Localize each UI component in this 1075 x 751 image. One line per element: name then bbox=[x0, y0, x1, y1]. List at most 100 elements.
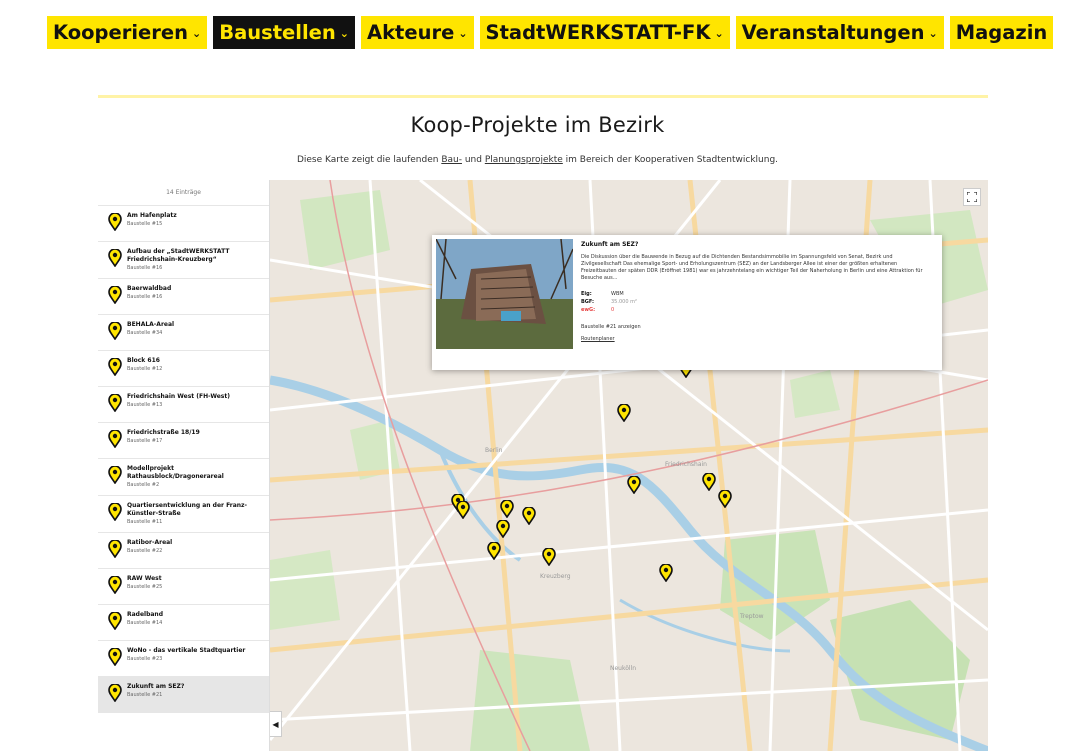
map-pin-icon bbox=[108, 465, 122, 488]
intro-part: im Bereich der Kooperativen Stadtentwick… bbox=[562, 155, 779, 165]
kv-value: 0 bbox=[611, 307, 615, 313]
list-item[interactable]: Aufbau der „StadtWERKSTATT Friedrichshai… bbox=[98, 242, 269, 279]
map-pin-icon bbox=[108, 647, 122, 670]
header-divider bbox=[98, 95, 988, 98]
map-pin-icon[interactable] bbox=[496, 519, 510, 540]
nav-label: Magazin bbox=[955, 21, 1048, 44]
map-pin-icon[interactable] bbox=[617, 403, 631, 424]
map-pin-icon[interactable] bbox=[659, 563, 673, 584]
map-pin-icon[interactable] bbox=[542, 547, 556, 568]
list-item[interactable]: Radelband Baustelle #14 bbox=[98, 605, 269, 641]
map-pin-icon bbox=[108, 393, 122, 416]
site-name: Aufbau der „StadtWERKSTATT Friedrichshai… bbox=[127, 248, 230, 263]
site-name: Zukunft am SEZ? bbox=[127, 683, 185, 690]
list-item[interactable]: WoNo - das vertikale Stadtquartier Bauste… bbox=[98, 641, 269, 677]
chevron-left-icon[interactable]: ◀ bbox=[270, 711, 282, 737]
site-name: Radelband bbox=[127, 611, 163, 618]
map-pin-icon[interactable] bbox=[456, 500, 470, 521]
map-label: Berlin bbox=[485, 447, 503, 454]
nav-label: Kooperieren bbox=[53, 21, 188, 44]
map-label: Kreuzberg bbox=[540, 573, 571, 580]
list-item-text: WoNo - das vertikale Stadtquartier Bauste… bbox=[127, 647, 245, 663]
link-planungsprojekte[interactable]: Planungsprojekte bbox=[485, 155, 563, 165]
list-item-text: Friedrichstraße 18/19 Baustelle #17 bbox=[127, 429, 200, 445]
popup-owner: Eig: WBM bbox=[581, 290, 930, 298]
show-site-link[interactable]: Baustelle #21 anzeigen bbox=[581, 324, 930, 331]
site-number: Baustelle #16 bbox=[127, 294, 163, 300]
chevron-down-icon: ⌄ bbox=[714, 27, 724, 40]
map-pin-icon[interactable] bbox=[500, 499, 514, 520]
main-nav: Kooperieren ⌄ Baustellen ⌄ Akteure ⌄ StadtW… bbox=[47, 16, 1054, 49]
list-item[interactable]: Baerwaldbad Baustelle #16 bbox=[98, 279, 269, 315]
list-item-text: Aufbau der „StadtWERKSTATT Friedrichshai… bbox=[127, 248, 263, 272]
nav-baustellen[interactable]: Baustellen ⌄ bbox=[213, 16, 355, 49]
chevron-down-icon: ⌄ bbox=[928, 27, 938, 40]
nav-label: Veranstaltungen bbox=[741, 21, 925, 44]
site-number: Baustelle #13 bbox=[127, 402, 163, 408]
route-planner-link[interactable]: Routenplaner bbox=[581, 336, 930, 343]
map-pin-icon bbox=[108, 683, 122, 706]
site-name: Modellprojekt Rathausblock/Dragonerareal bbox=[127, 465, 224, 480]
nav-label: Akteure bbox=[366, 21, 455, 44]
list-item[interactable]: BEHALA-Areal Baustelle #34 bbox=[98, 315, 269, 351]
site-number: Baustelle #15 bbox=[127, 221, 163, 227]
intro-text: Diese Karte zeigt die laufenden Bau- und… bbox=[0, 155, 1075, 165]
site-name: Ratibor-Areal bbox=[127, 539, 173, 546]
map-view[interactable]: Berlin Kreuzberg Friedrichshain Neukölln… bbox=[270, 180, 988, 751]
list-item[interactable]: Ratibor-Areal Baustelle #22 bbox=[98, 533, 269, 569]
link-bau[interactable]: Bau- bbox=[441, 155, 462, 165]
popup-title: Zukunft am SEZ? bbox=[581, 241, 639, 248]
intro-part: Diese Karte zeigt die laufenden bbox=[296, 155, 442, 165]
nav-label: Baustellen bbox=[219, 21, 336, 44]
list-item[interactable]: Friedrichshain West (FH-West) Baustelle #… bbox=[98, 387, 269, 423]
popup-body: Zukunft am SEZ? Die Diskussion über die … bbox=[573, 239, 938, 366]
site-number: Baustelle #17 bbox=[127, 438, 163, 444]
site-number: Baustelle #23 bbox=[127, 656, 163, 662]
site-number: Baustelle #2 bbox=[127, 482, 160, 488]
nav-stadtwerkstatt[interactable]: StadtWERKSTATT-FK ⌄ bbox=[479, 16, 730, 49]
site-number: Baustelle #25 bbox=[127, 584, 163, 590]
kv-value: 35.000 m² bbox=[611, 299, 637, 305]
list-item-text: Modellprojekt Rathausblock/Dragonerareal… bbox=[127, 465, 263, 489]
map-pin-icon bbox=[108, 429, 122, 452]
list-item[interactable]: RAW West Baustelle #25 bbox=[98, 569, 269, 605]
site-name: RAW West bbox=[127, 575, 162, 582]
chevron-down-icon: ⌄ bbox=[339, 27, 349, 40]
site-number: Baustelle #22 bbox=[127, 548, 163, 554]
list-item-text: Quartiersentwicklung an der Franz-Künstl… bbox=[127, 502, 263, 526]
entry-count: 14 Einträge bbox=[98, 180, 269, 206]
map-pin-icon bbox=[108, 611, 122, 634]
kv-value: WBM bbox=[611, 291, 624, 297]
map-pin-icon bbox=[108, 357, 122, 380]
site-list: Am Hafenplatz Baustelle #15 Aufbau der „St… bbox=[98, 206, 269, 713]
list-item[interactable]: Block 616 Baustelle #12 bbox=[98, 351, 269, 387]
site-name: Friedrichshain West (FH-West) bbox=[127, 393, 230, 400]
list-item[interactable]: Friedrichstraße 18/19 Baustelle #17 bbox=[98, 423, 269, 459]
nav-magazin[interactable]: Magazin bbox=[949, 16, 1054, 49]
project-list-sidebar: 14 Einträge Am Hafenplatz Baustelle #15 Au… bbox=[98, 180, 270, 751]
list-item-text: Radelband Baustelle #14 bbox=[127, 611, 163, 627]
popup-ewg: ewG: 0 bbox=[581, 306, 930, 314]
fullscreen-icon[interactable] bbox=[963, 188, 981, 206]
list-item[interactable]: Am Hafenplatz Baustelle #15 bbox=[98, 206, 269, 242]
map-label: Friedrichshain bbox=[665, 461, 707, 468]
map-pin-icon[interactable] bbox=[522, 506, 536, 527]
map-pin-icon[interactable] bbox=[702, 472, 716, 493]
nav-akteure[interactable]: Akteure ⌄ bbox=[360, 16, 474, 49]
list-item[interactable]: Modellprojekt Rathausblock/Dragonerareal… bbox=[98, 459, 269, 496]
list-item[interactable]: Quartiersentwicklung an der Franz-Künstl… bbox=[98, 496, 269, 533]
site-name: Block 616 bbox=[127, 357, 160, 364]
site-number: Baustelle #12 bbox=[127, 366, 163, 372]
map-label: Neukölln bbox=[610, 665, 636, 672]
site-number: Baustelle #11 bbox=[127, 519, 163, 525]
list-item-text: Baerwaldbad Baustelle #16 bbox=[127, 285, 171, 301]
site-name: BEHALA-Areal bbox=[127, 321, 175, 328]
map-pin-icon[interactable] bbox=[627, 475, 641, 496]
nav-veranstaltungen[interactable]: Veranstaltungen ⌄ bbox=[735, 16, 944, 49]
chevron-down-icon: ⌄ bbox=[458, 27, 468, 40]
map-pin-icon[interactable] bbox=[718, 489, 732, 510]
list-item[interactable]: Zukunft am SEZ? Baustelle #21 bbox=[98, 677, 269, 713]
kv-key: BGF: bbox=[581, 299, 595, 305]
nav-kooperieren[interactable]: Kooperieren ⌄ bbox=[47, 16, 208, 49]
map-pin-icon[interactable] bbox=[487, 541, 501, 562]
